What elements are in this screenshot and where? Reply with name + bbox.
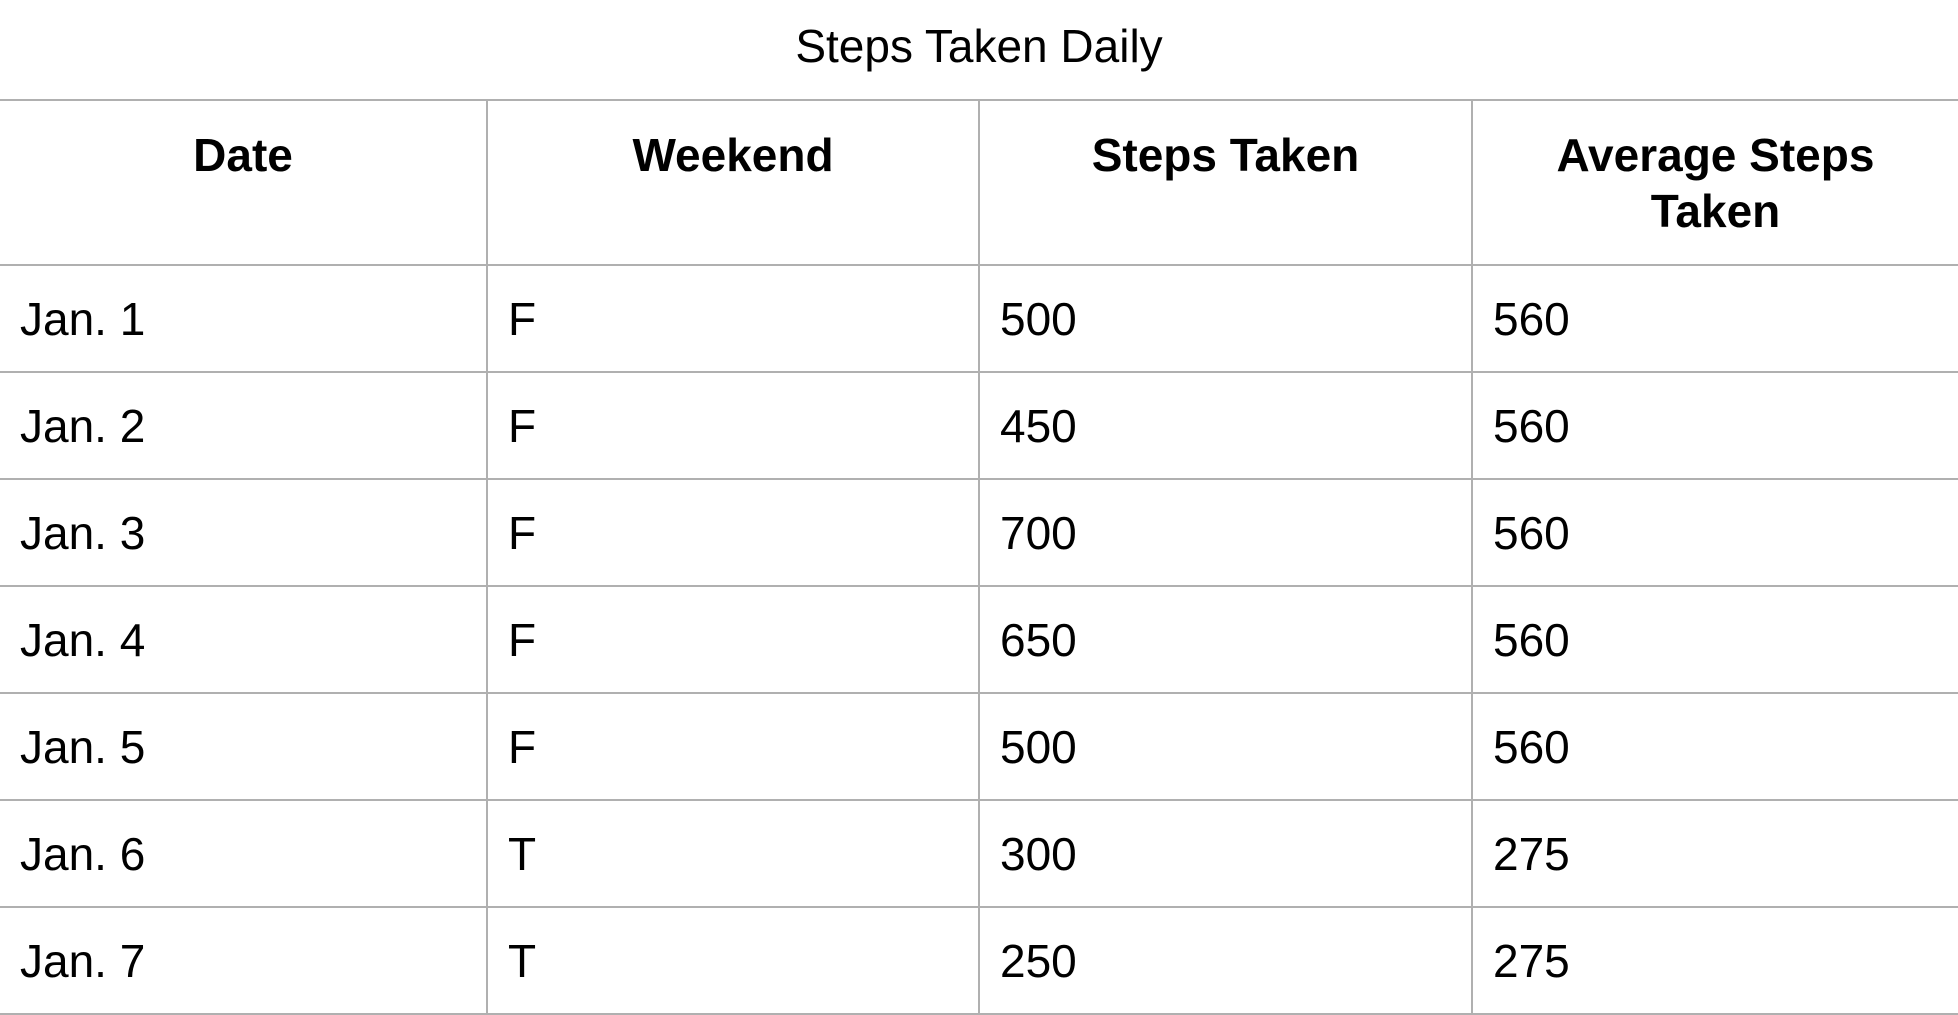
date-cell: Jan. 5 <box>0 692 488 801</box>
average-steps-cell: 560 <box>1471 264 1958 373</box>
average-steps-cell: 275 <box>1471 906 1958 1015</box>
steps-taken-cell: 300 <box>978 799 1473 908</box>
weekend-cell: T <box>486 906 980 1015</box>
average-steps-cell: 275 <box>1471 799 1958 908</box>
date-cell: Jan. 4 <box>0 585 488 694</box>
date-cell: Jan. 6 <box>0 799 488 908</box>
column-header-average-steps-taken: Average Steps Taken <box>1471 99 1958 266</box>
average-steps-cell: 560 <box>1471 371 1958 480</box>
steps-taken-cell: 700 <box>978 478 1473 587</box>
steps-taken-cell: 250 <box>978 906 1473 1015</box>
weekend-cell: F <box>486 264 980 373</box>
average-steps-cell: 560 <box>1471 585 1958 694</box>
column-header-date: Date <box>0 99 488 266</box>
table-row: Jan. 2 F 450 560 <box>0 371 1958 480</box>
steps-taken-cell: 450 <box>978 371 1473 480</box>
steps-table: Date Weekend Steps Taken Average Steps T… <box>0 99 1958 1015</box>
average-steps-cell: 560 <box>1471 478 1958 587</box>
column-header-steps-taken: Steps Taken <box>978 99 1473 266</box>
steps-taken-cell: 500 <box>978 692 1473 801</box>
table-row: Jan. 6 T 300 275 <box>0 799 1958 908</box>
weekend-cell: F <box>486 371 980 480</box>
weekend-cell: F <box>486 478 980 587</box>
column-header-weekend: Weekend <box>486 99 980 266</box>
weekend-cell: F <box>486 692 980 801</box>
date-cell: Jan. 3 <box>0 478 488 587</box>
steps-taken-cell: 650 <box>978 585 1473 694</box>
date-cell: Jan. 1 <box>0 264 488 373</box>
table-row: Jan. 1 F 500 560 <box>0 264 1958 373</box>
table-row: Jan. 5 F 500 560 <box>0 692 1958 801</box>
table-title: Steps Taken Daily <box>795 20 1163 72</box>
header-row: Date Weekend Steps Taken Average Steps T… <box>0 99 1958 266</box>
table-row: Jan. 4 F 650 560 <box>0 585 1958 694</box>
steps-taken-cell: 500 <box>978 264 1473 373</box>
weekend-cell: F <box>486 585 980 694</box>
weekend-cell: T <box>486 799 980 908</box>
date-cell: Jan. 7 <box>0 906 488 1015</box>
date-cell: Jan. 2 <box>0 371 488 480</box>
average-steps-cell: 560 <box>1471 692 1958 801</box>
table-row: Jan. 3 F 700 560 <box>0 478 1958 587</box>
table-row: Jan. 7 T 250 275 <box>0 906 1958 1015</box>
